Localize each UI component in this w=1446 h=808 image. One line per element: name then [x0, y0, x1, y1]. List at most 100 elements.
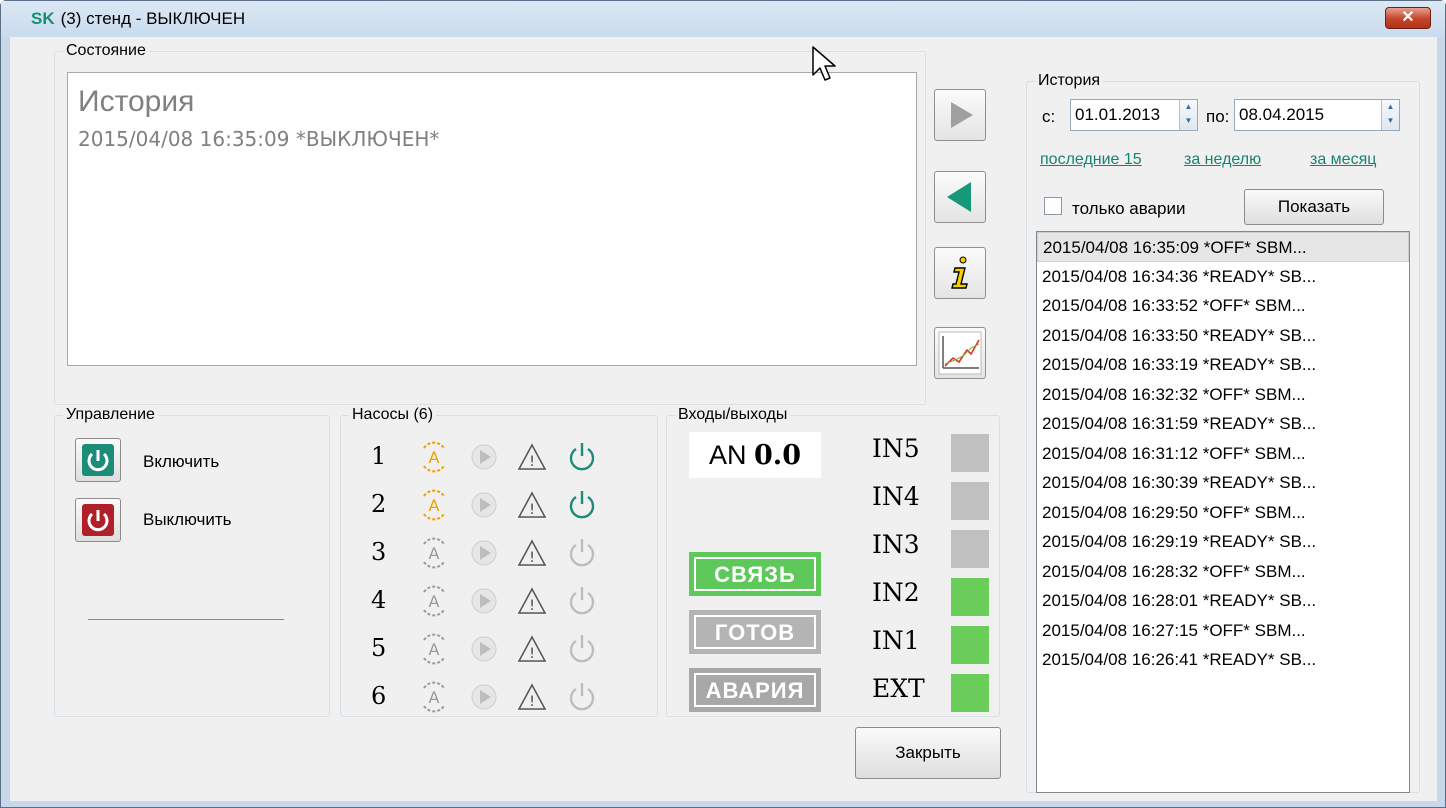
- history-list-item[interactable]: 2015/04/08 16:33:52 *OFF* SBM...: [1037, 291, 1409, 321]
- alarms-only-label: только аварии: [1072, 199, 1186, 218]
- pump-power-toggle[interactable]: [565, 680, 599, 719]
- control-group: Управление Включить Выключить: [54, 406, 330, 717]
- svg-text:!: !: [529, 502, 535, 518]
- pump-row: 6 A!: [341, 678, 641, 718]
- io-group: Входы/выходы AN 0.0 СВЯЗЬ ГОТОВ АВАРИЯ IN5…: [666, 406, 1000, 717]
- alarms-only-checkbox[interactable]: [1044, 197, 1062, 215]
- pump-number: 3: [371, 538, 387, 566]
- svg-text:A: A: [429, 688, 440, 707]
- forward-button[interactable]: [934, 89, 986, 141]
- control-group-label: Управление: [63, 406, 158, 424]
- state-heading: История: [78, 85, 195, 118]
- history-list-item[interactable]: 2015/04/08 16:27:15 *OFF* SBM...: [1037, 616, 1409, 646]
- history-list-item[interactable]: 2015/04/08 16:35:09 *OFF* SBM...: [1037, 232, 1409, 262]
- warning-icon: !: [517, 587, 547, 614]
- close-button[interactable]: Закрыть: [855, 727, 1001, 779]
- status-badge-label: ГОТОВ: [694, 615, 816, 649]
- auto-mode-icon: A: [423, 633, 445, 665]
- title-bar[interactable]: SK (3) стенд - ВЫКЛЮЧЕН ✕: [1, 1, 1445, 37]
- pump-auto-toggle[interactable]: A: [417, 584, 451, 623]
- chart-button[interactable]: [934, 327, 986, 379]
- history-list-item[interactable]: 2015/04/08 16:32:32 *OFF* SBM...: [1037, 380, 1409, 410]
- analog-label: AN: [708, 440, 747, 470]
- auto-mode-icon: A: [423, 585, 445, 617]
- link-week[interactable]: за неделю: [1184, 151, 1261, 169]
- io-input-label: IN1: [872, 626, 920, 655]
- history-list-item[interactable]: 2015/04/08 16:30:39 *READY* SB...: [1037, 468, 1409, 498]
- pump-auto-toggle[interactable]: A: [417, 680, 451, 719]
- date-to-spinner[interactable]: ▲ ▼: [1381, 100, 1399, 130]
- history-list-item[interactable]: 2015/04/08 16:28:32 *OFF* SBM...: [1037, 557, 1409, 587]
- pump-alarm-indicator: !: [517, 490, 547, 525]
- warning-icon: !: [517, 539, 547, 566]
- io-input-label: IN4: [872, 482, 920, 511]
- analog-value: 0.0: [754, 440, 801, 471]
- pump-run-indicator: [469, 490, 499, 525]
- play-right-icon: [951, 102, 973, 128]
- separator-line: [88, 619, 284, 620]
- status-badge: АВАРИЯ: [689, 668, 821, 712]
- pump-auto-toggle[interactable]: A: [417, 488, 451, 527]
- back-button[interactable]: [934, 171, 986, 223]
- pump-power-icon: [569, 683, 595, 711]
- power-on-button[interactable]: [75, 438, 121, 482]
- window-close-button[interactable]: ✕: [1385, 7, 1431, 29]
- warning-icon: !: [517, 491, 547, 518]
- power-off-button[interactable]: [75, 498, 121, 542]
- io-input-lamp: [951, 482, 989, 520]
- pump-run-indicator: [469, 442, 499, 477]
- io-input-label: IN2: [872, 578, 920, 607]
- history-list-item[interactable]: 2015/04/08 16:31:12 *OFF* SBM...: [1037, 439, 1409, 469]
- svg-text:!: !: [529, 694, 535, 710]
- history-list-item[interactable]: 2015/04/08 16:33:50 *READY* SB...: [1037, 321, 1409, 351]
- pump-power-icon: [569, 491, 595, 519]
- history-list-item[interactable]: 2015/04/08 16:26:41 *READY* SB...: [1037, 645, 1409, 675]
- window-title: SK (3) стенд - ВЫКЛЮЧЕН: [31, 9, 245, 29]
- pump-auto-toggle[interactable]: A: [417, 440, 451, 479]
- pump-number: 1: [371, 442, 387, 470]
- history-list-item[interactable]: 2015/04/08 16:29:50 *OFF* SBM...: [1037, 498, 1409, 528]
- pump-power-toggle[interactable]: [565, 488, 599, 527]
- power-off-icon: [82, 504, 114, 536]
- show-button[interactable]: Показать: [1244, 189, 1384, 225]
- pump-power-toggle[interactable]: [565, 536, 599, 575]
- pump-row: 2 A!: [341, 486, 641, 526]
- date-from-spinner[interactable]: ▲ ▼: [1179, 100, 1197, 130]
- state-line: 2015/04/08 16:35:09 *ВЫКЛЮЧЕН*: [78, 127, 440, 151]
- history-list-item[interactable]: 2015/04/08 16:34:36 *READY* SB...: [1037, 262, 1409, 292]
- pump-alarm-indicator: !: [517, 442, 547, 477]
- date-to-input[interactable]: 08.04.2015 ▲ ▼: [1234, 99, 1400, 131]
- state-group: Состояние История 2015/04/08 16:35:09 *В…: [54, 42, 926, 405]
- date-from-input[interactable]: 01.01.2013 ▲ ▼: [1070, 99, 1198, 131]
- date-to-label: по:: [1206, 107, 1230, 126]
- chart-icon: [938, 331, 982, 375]
- pump-run-indicator: [469, 538, 499, 573]
- date-to-value: 08.04.2015: [1239, 105, 1325, 124]
- info-button[interactable]: [934, 247, 986, 299]
- pump-run-icon: [471, 588, 497, 614]
- pump-auto-toggle[interactable]: A: [417, 536, 451, 575]
- pump-power-toggle[interactable]: [565, 584, 599, 623]
- pump-row: 5 A!: [341, 630, 641, 670]
- status-badge-label: СВЯЗЬ: [694, 557, 816, 591]
- pump-power-toggle[interactable]: [565, 632, 599, 671]
- svg-text:!: !: [529, 646, 535, 662]
- history-list-item[interactable]: 2015/04/08 16:29:19 *READY* SB...: [1037, 527, 1409, 557]
- state-log-view[interactable]: История 2015/04/08 16:35:09 *ВЫКЛЮЧЕН*: [67, 72, 917, 366]
- auto-mode-icon: A: [423, 681, 445, 713]
- window-title-text: (3) стенд - ВЫКЛЮЧЕН: [60, 9, 246, 28]
- svg-text:!: !: [529, 598, 535, 614]
- history-list-item[interactable]: 2015/04/08 16:31:59 *READY* SB...: [1037, 409, 1409, 439]
- auto-mode-icon: A: [423, 441, 445, 473]
- pump-power-toggle[interactable]: [565, 440, 599, 479]
- history-list-item[interactable]: 2015/04/08 16:33:19 *READY* SB...: [1037, 350, 1409, 380]
- link-month[interactable]: за месяц: [1310, 151, 1376, 169]
- dialog-window: SK (3) стенд - ВЫКЛЮЧЕН ✕ Состояние Истор…: [0, 0, 1446, 808]
- pump-auto-toggle[interactable]: A: [417, 632, 451, 671]
- link-last-15[interactable]: последние 15: [1040, 151, 1142, 169]
- pump-power-icon: [569, 539, 595, 567]
- svg-text:A: A: [429, 640, 440, 659]
- io-input-lamp: [951, 530, 989, 568]
- history-list-item[interactable]: 2015/04/08 16:28:01 *READY* SB...: [1037, 586, 1409, 616]
- history-list[interactable]: 2015/04/08 16:35:09 *OFF* SBM... 2015/04/…: [1036, 231, 1410, 793]
